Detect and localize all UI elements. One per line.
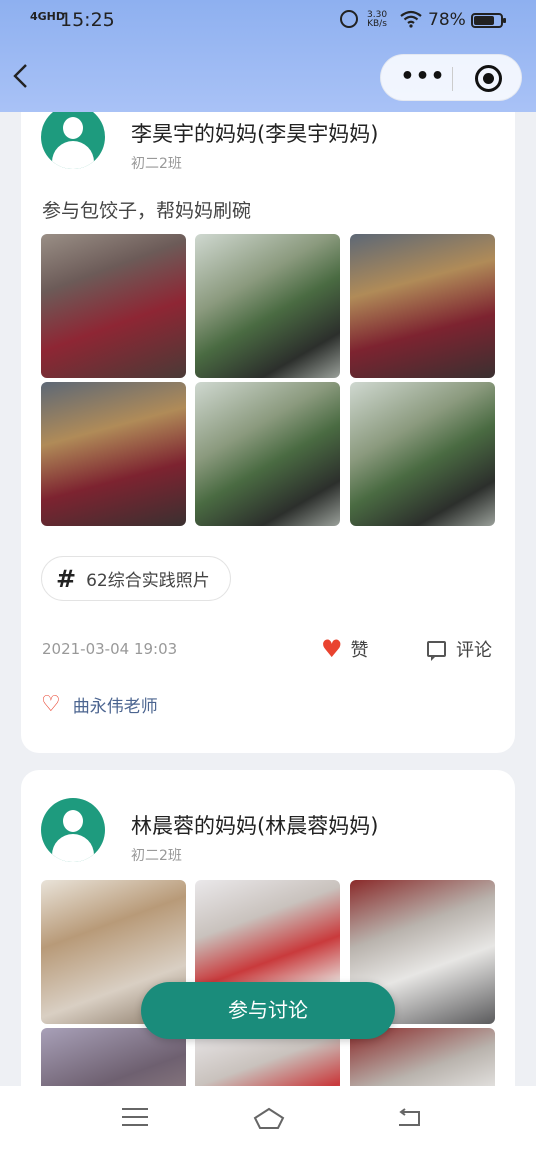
back-arrow-icon[interactable] [10,62,38,90]
liked-by-row: ♡ 曲永伟老师 [41,692,158,717]
network-speed-unit: KB/s [367,19,387,29]
battery-percent: 78% [428,10,466,30]
like-button[interactable]: ♥ 赞 [321,636,369,662]
post-class: 初二2班 [131,156,182,172]
home-icon[interactable] [252,1106,286,1130]
photo-thumbnail[interactable] [41,234,186,378]
system-nav-bar [0,1086,536,1149]
heart-outline-icon: ♡ [41,691,61,717]
comment-label: 评论 [456,640,492,661]
back-icon[interactable] [396,1108,422,1128]
comment-icon [427,641,446,661]
topic-tag-label: 62综合实践照片 [86,571,210,591]
like-label: 赞 [350,640,369,661]
hashtag-icon: # [56,564,77,593]
heart-filled-icon: ♥ [321,635,343,663]
mini-program-capsule: ••• [380,54,522,101]
more-dots-icon[interactable]: ••• [397,55,449,102]
post-card: 李昊宇的妈妈(李昊宇妈妈) 初二2班 参与包饺子，帮妈妈刷碗 # 62综合实践照… [21,60,515,753]
target-circle-icon[interactable] [475,65,502,92]
status-time: 15:25 [60,9,115,31]
avatar[interactable] [41,798,105,862]
join-discussion-button[interactable]: 参与讨论 [141,982,395,1039]
post-content: 参与包饺子，帮妈妈刷碗 [42,200,252,222]
photo-grid [41,234,495,527]
capsule-divider [452,67,453,91]
post-datetime: 2021-03-04 19:03 [42,640,178,658]
post-author[interactable]: 李昊宇的妈妈(李昊宇妈妈) [131,118,378,148]
post-author[interactable]: 林晨蓉的妈妈(林晨蓉妈妈) [131,810,378,840]
topic-tag[interactable]: # 62综合实践照片 [41,556,231,601]
photo-thumbnail[interactable] [350,234,495,378]
wifi-icon [400,10,422,32]
photo-thumbnail[interactable] [350,382,495,526]
menu-icon[interactable] [122,1108,148,1128]
avatar[interactable] [41,105,105,169]
photo-thumbnail[interactable] [195,382,340,526]
comment-button[interactable]: 评论 [427,636,492,662]
network-speed: 3.30 KB/s [367,11,387,29]
liked-by-name[interactable]: 曲永伟老师 [73,692,158,717]
status-bar: 4GHD 15:25 3.30 KB/s 78% [0,0,536,42]
top-header: 4GHD 15:25 3.30 KB/s 78% ••• [0,0,536,112]
photo-thumbnail[interactable] [195,234,340,378]
photo-thumbnail[interactable] [41,382,186,526]
post-class: 初二2班 [131,848,182,864]
battery-fill [474,16,494,25]
battery-icon [471,13,506,28]
alarm-icon [340,10,358,28]
